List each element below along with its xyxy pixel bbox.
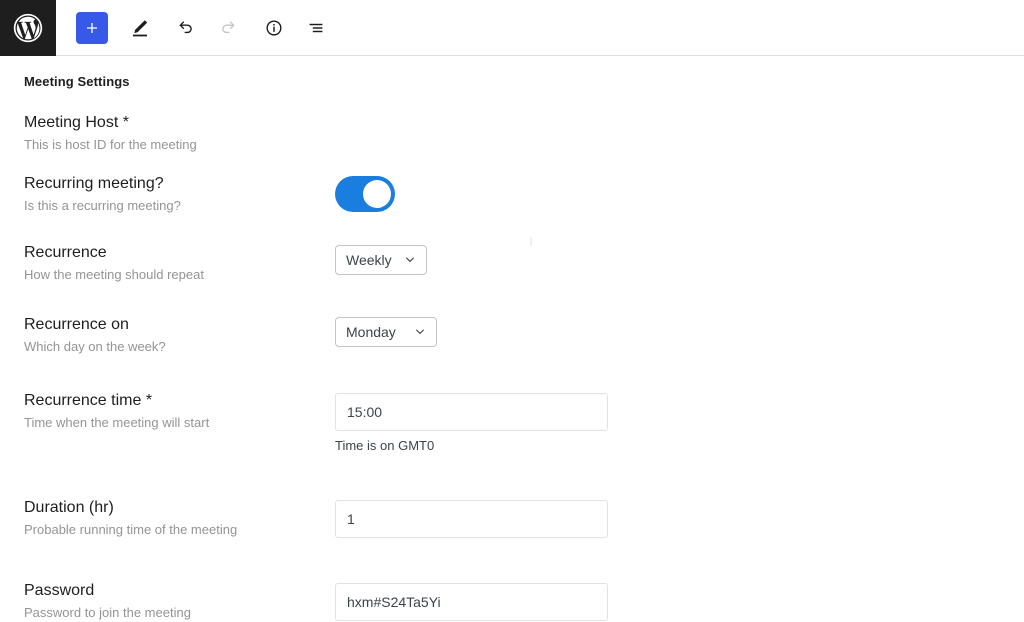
duration-input[interactable] (335, 500, 608, 538)
field-label-column: Recurring meeting? Is this a recurring m… (24, 174, 335, 215)
meeting-host-help: This is host ID for the meeting (24, 137, 197, 152)
field-label-column: Recurrence on Which day on the week? (24, 315, 335, 356)
field-label-column: Recurrence How the meeting should repeat (24, 243, 335, 284)
editor-tools (56, 0, 340, 55)
recurrence-on-help: Which day on the week? (24, 339, 166, 354)
recurrence-select-wrap: Weekly (335, 245, 427, 275)
plus-icon (82, 18, 102, 38)
list-view-icon (305, 17, 327, 39)
panel-body: Meeting Host * This is host ID for the m… (0, 113, 1024, 622)
field-row-recurrence-on: Recurrence on Which day on the week? Mon… (0, 315, 1024, 356)
recurrence-time-label: Recurrence time * (24, 392, 153, 409)
recurrence-time-input[interactable] (335, 393, 608, 431)
field-row-recurrence-time: Recurrence time * Time when the meeting … (0, 391, 1024, 454)
field-row-password: Password Password to join the meeting (0, 581, 1024, 622)
add-block-button[interactable] (76, 11, 108, 44)
field-row-duration: Duration (hr) Probable running time of t… (0, 498, 1024, 539)
field-row-meeting-host: Meeting Host * This is host ID for the m… (0, 113, 1024, 154)
password-help: Password to join the meeting (24, 605, 191, 620)
recurring-meeting-help: Is this a recurring meeting? (24, 198, 181, 213)
recurring-meeting-label: Recurring meeting? (24, 175, 164, 192)
undo-icon (175, 17, 197, 39)
duration-control (335, 498, 1024, 538)
password-control (335, 581, 1024, 621)
recurrence-control: Weekly (335, 243, 1024, 275)
details-button[interactable] (256, 10, 292, 46)
recurrence-help: How the meeting should repeat (24, 267, 204, 282)
field-label-column: Duration (hr) Probable running time of t… (24, 498, 335, 539)
recurring-meeting-toggle[interactable] (335, 176, 395, 212)
recurrence-on-control: Monday (335, 315, 1024, 347)
duration-label: Duration (hr) (24, 499, 114, 516)
redo-icon (217, 17, 239, 39)
meeting-settings-panel: Meeting Settings Meeting Host * This is … (0, 56, 1024, 622)
recurrence-time-note: Time is on GMT0 (335, 438, 435, 453)
toggle-knob (363, 180, 391, 208)
field-label-column: Recurrence time * Time when the meeting … (24, 391, 335, 432)
field-row-recurring-meeting: Recurring meeting? Is this a recurring m… (0, 174, 1024, 215)
password-label: Password (24, 582, 95, 599)
recurrence-time-help: Time when the meeting will start (24, 415, 210, 430)
field-label-column: Password Password to join the meeting (24, 581, 335, 622)
panel-title: Meeting Settings (24, 74, 130, 89)
duration-help: Probable running time of the meeting (24, 522, 238, 537)
undo-button[interactable] (168, 10, 204, 46)
field-label-column: Meeting Host * This is host ID for the m… (24, 113, 335, 154)
pencil-icon (128, 16, 152, 40)
redo-button[interactable] (210, 10, 246, 46)
info-icon (263, 17, 285, 39)
recurrence-on-select[interactable]: Monday (335, 317, 437, 347)
password-input[interactable] (335, 583, 608, 621)
wordpress-logo-icon (11, 11, 45, 45)
recurrence-label: Recurrence (24, 244, 107, 261)
field-row-recurrence: Recurrence How the meeting should repeat… (0, 243, 1024, 284)
recurrence-select[interactable]: Weekly (335, 245, 427, 275)
list-view-button[interactable] (298, 10, 334, 46)
recurring-meeting-control (335, 174, 1024, 212)
edit-tool-button[interactable] (122, 10, 158, 46)
meeting-host-control[interactable] (335, 113, 1024, 115)
host-field-artifact (530, 237, 532, 246)
wordpress-logo-button[interactable] (0, 0, 56, 56)
recurrence-on-label: Recurrence on (24, 316, 129, 333)
recurrence-on-select-wrap: Monday (335, 317, 437, 347)
editor-header (0, 0, 1024, 56)
meeting-host-label: Meeting Host * (24, 114, 129, 131)
recurrence-time-control: Time is on GMT0 (335, 391, 1024, 454)
